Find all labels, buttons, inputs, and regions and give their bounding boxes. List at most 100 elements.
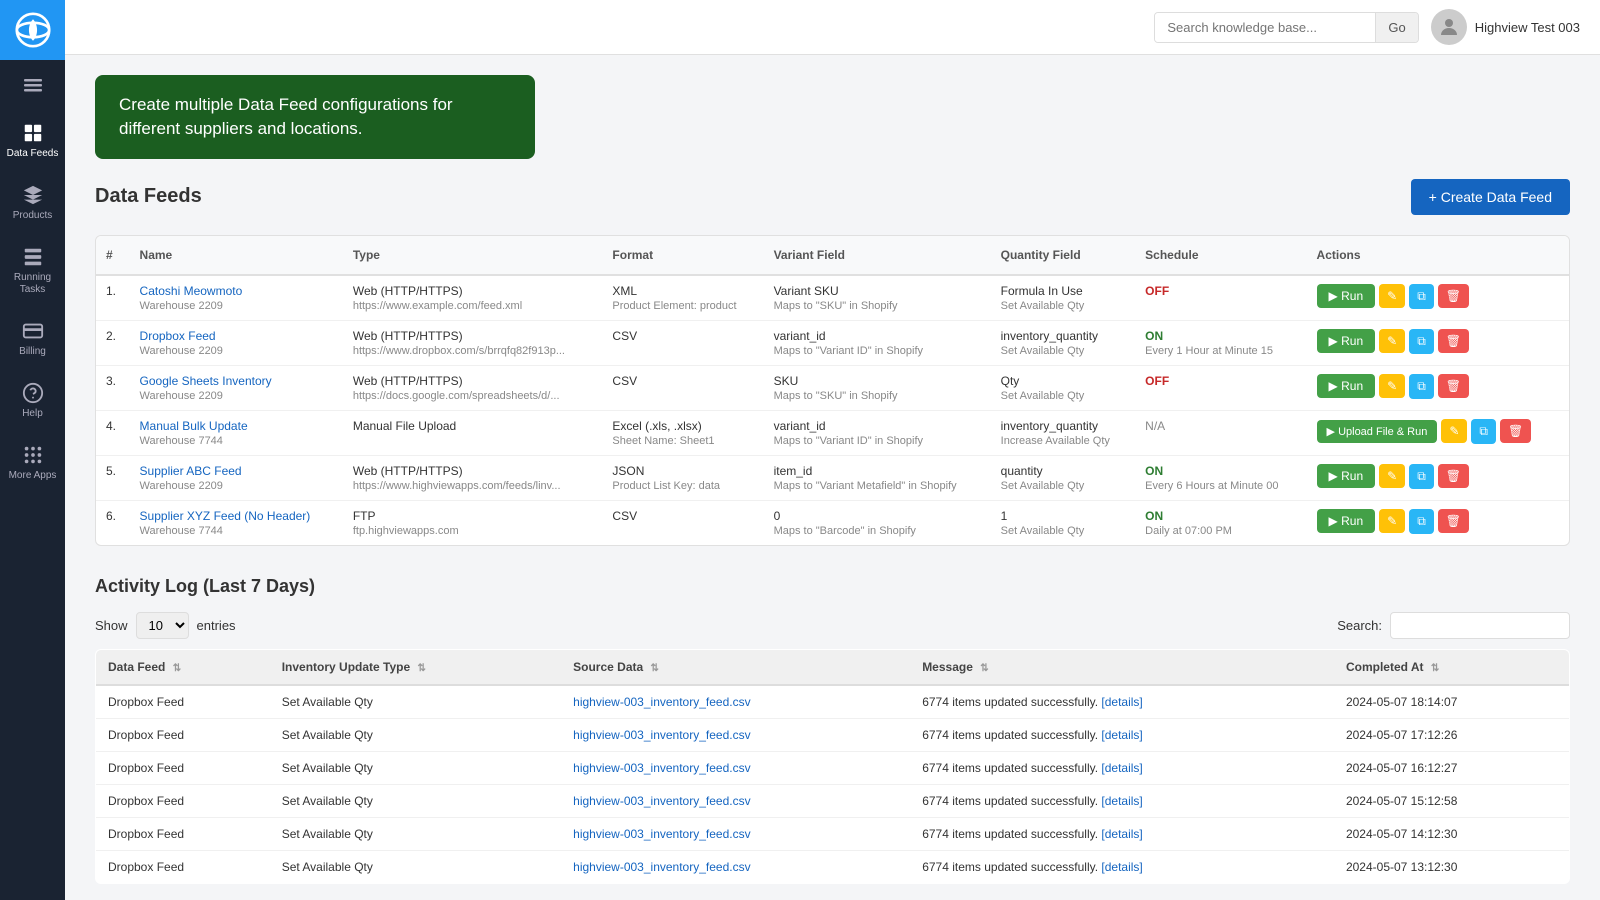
delete-button[interactable]: 🗑	[1438, 374, 1469, 398]
sort-icon: ⇅	[418, 663, 426, 674]
feed-qty-sub: Set Available Qty	[1001, 390, 1126, 402]
search-input[interactable]	[1155, 13, 1375, 42]
delete-button[interactable]: 🗑	[1438, 509, 1469, 533]
act-col-feed: Data Feed ⇅	[96, 649, 270, 685]
search-log-input[interactable]	[1390, 612, 1570, 639]
sidebar-item-label: Data Feeds	[7, 148, 59, 160]
page-header: Data Feeds + Create Data Feed	[95, 179, 1570, 215]
details-link[interactable]: [details]	[1101, 827, 1142, 841]
details-link[interactable]: [details]	[1101, 794, 1142, 808]
sidebar-item-label: Billing	[19, 346, 46, 358]
act-feed: Dropbox Feed	[96, 850, 270, 883]
row-name: Supplier ABC Feed Warehouse 2209	[130, 455, 343, 500]
run-button[interactable]: ▶ Run	[1317, 464, 1376, 488]
sort-icon: ⇅	[651, 663, 659, 674]
feed-variant-field: variant_id	[774, 419, 981, 433]
row-format: CSV	[602, 500, 763, 545]
sidebar-item-data-feeds[interactable]: Data Feeds	[0, 110, 65, 172]
details-link[interactable]: [details]	[1101, 695, 1142, 709]
action-buttons: ▶ Run✎⧉🗑	[1317, 464, 1559, 489]
feed-qty-sub: Set Available Qty	[1001, 525, 1126, 537]
feed-name-link[interactable]: Catoshi Meowmoto	[140, 284, 243, 298]
feed-name-link[interactable]: Dropbox Feed	[140, 329, 216, 343]
user-badge[interactable]: Highview Test 003	[1431, 9, 1580, 45]
copy-button[interactable]: ⧉	[1409, 374, 1434, 399]
schedule-status: ON	[1145, 329, 1163, 343]
act-source: highview-003_inventory_feed.csv	[561, 718, 910, 751]
feed-type: Manual File Upload	[353, 419, 593, 433]
row-actions: ▶ Run✎⧉🗑	[1307, 320, 1569, 365]
create-data-feed-button[interactable]: + Create Data Feed	[1411, 179, 1570, 215]
source-link[interactable]: highview-003_inventory_feed.csv	[573, 728, 750, 742]
copy-button[interactable]: ⧉	[1409, 509, 1434, 534]
row-format: Excel (.xls, .xlsx) Sheet Name: Sheet1	[602, 410, 763, 455]
schedule-detail: Every 6 Hours at Minute 00	[1145, 480, 1296, 492]
details-link[interactable]: [details]	[1101, 728, 1142, 742]
run-button[interactable]: ▶ Run	[1317, 284, 1376, 308]
action-buttons: ▶ Run✎⧉🗑	[1317, 284, 1559, 309]
activity-row: Dropbox Feed Set Available Qty highview-…	[96, 784, 1570, 817]
act-feed: Dropbox Feed	[96, 718, 270, 751]
edit-button[interactable]: ✎	[1379, 509, 1405, 533]
delete-button[interactable]: 🗑	[1438, 329, 1469, 353]
schedule-detail: Every 1 Hour at Minute 15	[1145, 345, 1296, 357]
details-link[interactable]: [details]	[1101, 761, 1142, 775]
callout-box: Create multiple Data Feed configurations…	[95, 75, 535, 159]
details-link[interactable]: [details]	[1101, 860, 1142, 874]
delete-button[interactable]: 🗑	[1438, 284, 1469, 308]
main-content: Go Highview Test 003 Create multiple Dat…	[65, 0, 1600, 900]
source-link[interactable]: highview-003_inventory_feed.csv	[573, 761, 750, 775]
upload-run-button[interactable]: ▶ Upload File & Run	[1317, 420, 1438, 443]
edit-button[interactable]: ✎	[1441, 419, 1467, 443]
copy-button[interactable]: ⧉	[1409, 284, 1434, 309]
sidebar-item-label: Help	[22, 408, 43, 420]
feed-name-link[interactable]: Supplier ABC Feed	[140, 464, 242, 478]
run-button[interactable]: ▶ Run	[1317, 509, 1376, 533]
row-qty: Qty Set Available Qty	[991, 365, 1136, 410]
copy-button[interactable]: ⧉	[1471, 419, 1496, 444]
sidebar-item-running-tasks[interactable]: Running Tasks	[0, 234, 65, 308]
copy-button[interactable]: ⧉	[1409, 464, 1434, 489]
delete-button[interactable]: 🗑	[1500, 419, 1531, 443]
feed-format: CSV	[612, 374, 753, 388]
source-link[interactable]: highview-003_inventory_feed.csv	[573, 695, 750, 709]
act-message: 6774 items updated successfully. [detail…	[910, 685, 1334, 719]
content-area: Create multiple Data Feed configurations…	[65, 55, 1600, 900]
entries-select[interactable]: 10 25 50	[136, 612, 189, 639]
source-link[interactable]: highview-003_inventory_feed.csv	[573, 827, 750, 841]
row-qty: 1 Set Available Qty	[991, 500, 1136, 545]
sidebar-item-more-apps[interactable]: More Apps	[0, 432, 65, 494]
edit-button[interactable]: ✎	[1379, 284, 1405, 308]
row-num: 3.	[96, 365, 130, 410]
source-link[interactable]: highview-003_inventory_feed.csv	[573, 860, 750, 874]
feed-type: Web (HTTP/HTTPS)	[353, 329, 593, 343]
run-button[interactable]: ▶ Run	[1317, 374, 1376, 398]
edit-button[interactable]: ✎	[1379, 374, 1405, 398]
col-header-qty: Quantity Field	[991, 236, 1136, 275]
table-row: 5. Supplier ABC Feed Warehouse 2209 Web …	[96, 455, 1569, 500]
sidebar-item-help[interactable]: Help	[0, 370, 65, 432]
feed-type-url: ftp.highviewapps.com	[353, 525, 593, 537]
feed-name-link[interactable]: Supplier XYZ Feed (No Header)	[140, 509, 311, 523]
sidebar-item-products[interactable]: Products	[0, 172, 65, 234]
copy-button[interactable]: ⧉	[1409, 329, 1434, 354]
row-variant: variant_id Maps to "Variant ID" in Shopi…	[764, 320, 991, 365]
search-button[interactable]: Go	[1375, 13, 1417, 42]
feed-type: FTP	[353, 509, 593, 523]
table-row: 4. Manual Bulk Update Warehouse 7744 Man…	[96, 410, 1569, 455]
sidebar-item-billing[interactable]: Billing	[0, 308, 65, 370]
edit-button[interactable]: ✎	[1379, 464, 1405, 488]
row-format: CSV	[602, 320, 763, 365]
act-completed: 2024-05-07 13:12:30	[1334, 850, 1570, 883]
run-button[interactable]: ▶ Run	[1317, 329, 1376, 353]
app-logo[interactable]	[0, 0, 65, 60]
hamburger-menu[interactable]	[0, 60, 65, 110]
source-link[interactable]: highview-003_inventory_feed.csv	[573, 794, 750, 808]
row-actions: ▶ Run✎⧉🗑	[1307, 500, 1569, 545]
edit-button[interactable]: ✎	[1379, 329, 1405, 353]
feed-name-link[interactable]: Manual Bulk Update	[140, 419, 248, 433]
delete-button[interactable]: 🗑	[1438, 464, 1469, 488]
topbar: Go Highview Test 003	[65, 0, 1600, 55]
feed-name-link[interactable]: Google Sheets Inventory	[140, 374, 272, 388]
row-variant: 0 Maps to "Barcode" in Shopify	[764, 500, 991, 545]
